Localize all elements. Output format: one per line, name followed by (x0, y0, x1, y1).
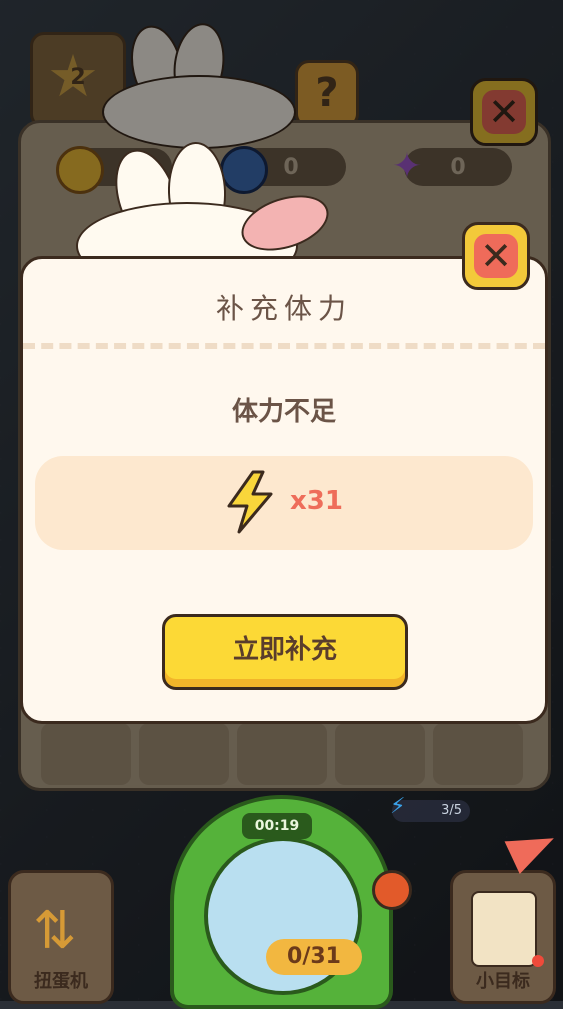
capsule-counter: 0/31 (266, 939, 362, 975)
clipboard-icon (471, 891, 537, 967)
small-goal-button[interactable]: 小目标 (450, 870, 556, 1004)
reward-quantity: x31 (290, 486, 343, 516)
close-icon: ✕ (474, 234, 518, 278)
notification-dot (532, 955, 544, 967)
lightning-bolt-icon (227, 470, 273, 534)
dashed-divider (23, 343, 545, 349)
joystick-knob[interactable] (372, 870, 412, 910)
capsule-machine[interactable]: 00:19 0/31 (170, 795, 393, 1009)
gacha-machine-label: 扭蛋机 (34, 971, 88, 992)
machine-glass: 0/31 (204, 837, 362, 995)
machine-timer: 00:19 (242, 813, 312, 839)
swap-arrows-icon: ⇅ (33, 901, 77, 961)
energy-value: 3/5 (441, 803, 462, 818)
insufficient-stamina-text: 体力不足 (231, 397, 336, 427)
refill-now-button[interactable]: 立即补充 (162, 614, 408, 690)
reward-box: x31 (35, 456, 533, 550)
gacha-machine-button[interactable]: ⇅ 扭蛋机 (8, 870, 114, 1004)
dialog-title: 补充体力 (215, 292, 352, 325)
lightning-bolt-icon: ⚡ (390, 794, 406, 819)
close-dialog-button[interactable]: ✕ (462, 222, 530, 290)
refill-stamina-dialog: 补充体力 体力不足 x31 立即补充 (20, 256, 548, 724)
small-goal-label: 小目标 (476, 971, 530, 992)
energy-indicator: ⚡ 3/5 (390, 796, 470, 822)
